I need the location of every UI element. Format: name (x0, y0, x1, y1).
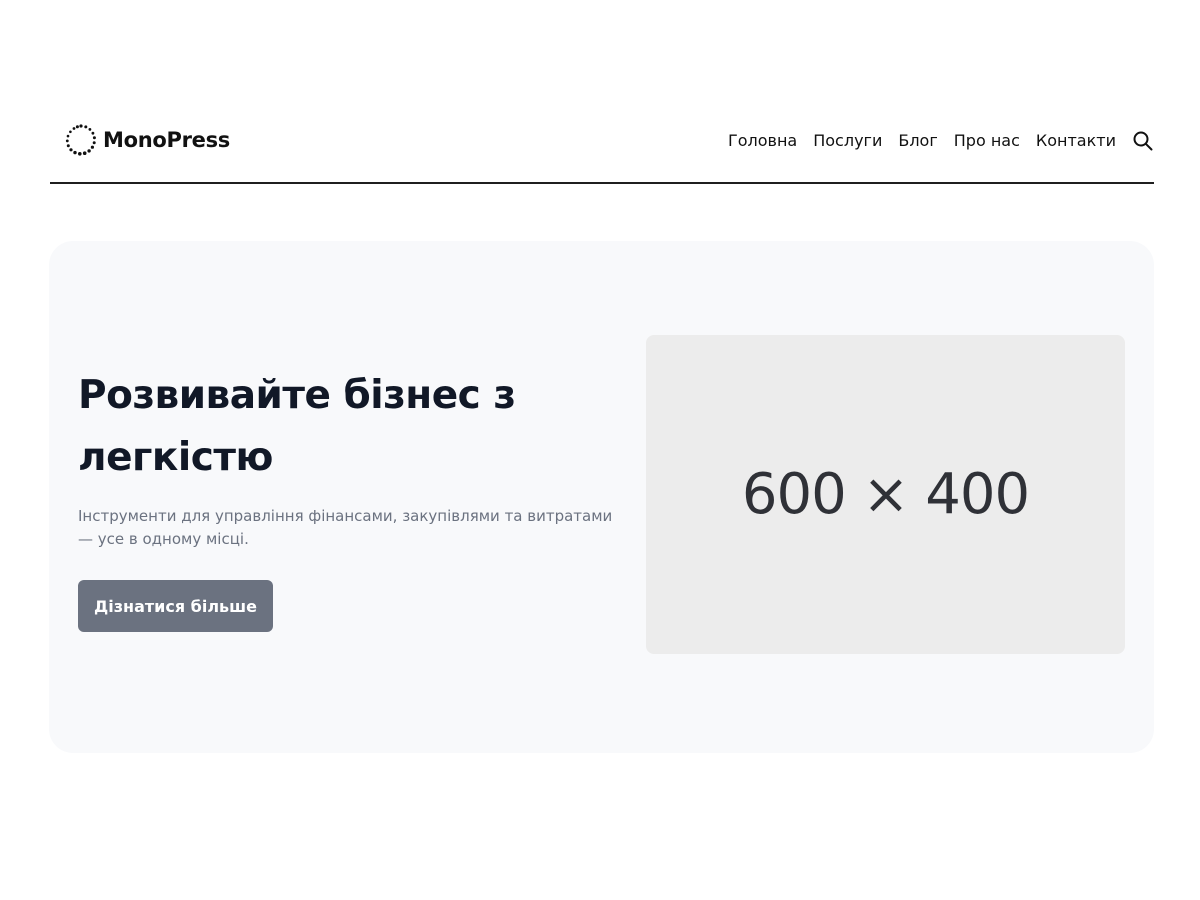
hero-section: Розвивайте бізнес з легкістю Інструменти… (49, 241, 1154, 753)
page: MonoPress Головна Послуги Блог Про нас К… (0, 0, 1200, 900)
hero-image-placeholder: 600 × 400 (646, 335, 1125, 654)
placeholder-size-label: 600 × 400 (741, 462, 1030, 527)
nav-item-blog[interactable]: Блог (898, 128, 937, 154)
hero-description: Інструменти для управління фінансами, за… (78, 507, 613, 548)
nav-item-services[interactable]: Послуги (813, 128, 882, 154)
logo-link[interactable]: MonoPress (63, 122, 230, 158)
dotted-circle-icon (65, 124, 96, 156)
main-nav: Головна Послуги Блог Про нас Контакти (728, 128, 1154, 154)
site-header: MonoPress Головна Послуги Блог Про нас К… (50, 110, 1154, 184)
nav-item-home[interactable]: Головна (728, 128, 797, 154)
learn-more-button[interactable]: Дізнатися більше (78, 580, 273, 632)
nav-item-about[interactable]: Про нас (954, 128, 1020, 154)
logo-text: MonoPress (103, 128, 230, 152)
hero-title: Розвивайте бізнес з легкістю (78, 373, 516, 480)
search-icon[interactable] (1132, 130, 1154, 152)
nav-item-contacts[interactable]: Контакти (1036, 128, 1116, 154)
